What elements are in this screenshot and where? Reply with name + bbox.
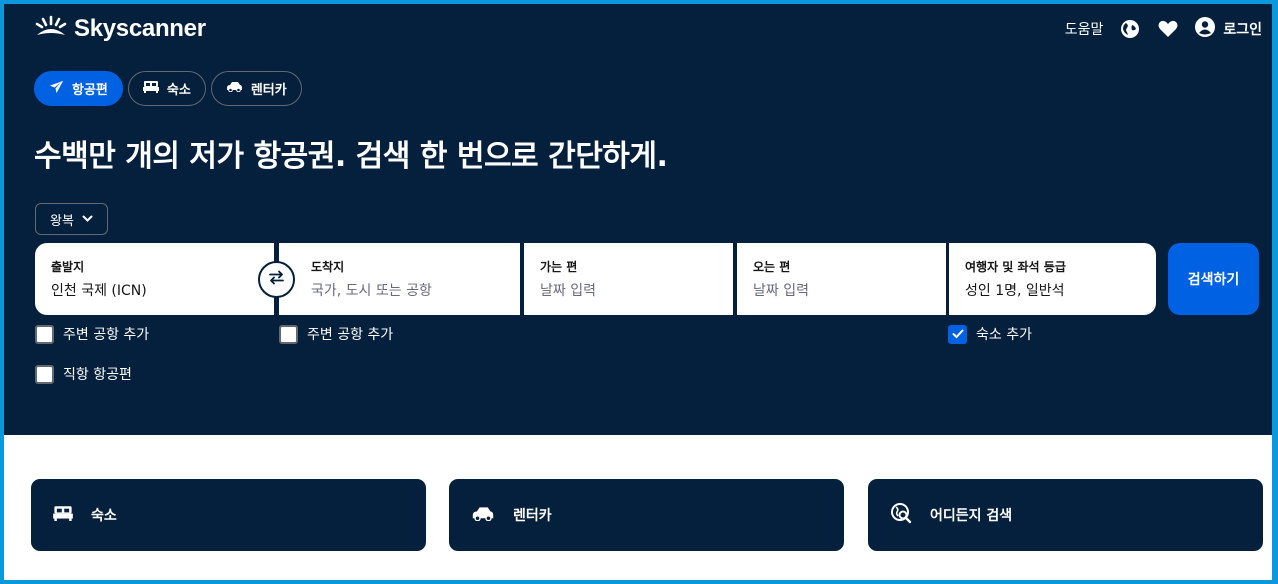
return-placeholder: 날짜 입력 <box>753 283 809 299</box>
checkmark-icon <box>952 329 963 339</box>
trip-type-value: 왕복 <box>50 213 74 229</box>
hero-section: Skyscanner 도움말 로그인 항공편 숙소 렌터카 수백만 개의 저가 … <box>4 4 1272 435</box>
checkbox-label: 주변 공항 추가 <box>63 327 150 343</box>
nearby-destination-checkbox[interactable]: 주변 공항 추가 <box>279 324 393 344</box>
add-hotel-checkbox[interactable]: 숙소 추가 <box>948 324 1032 344</box>
explore-globe-icon <box>890 502 912 528</box>
account-icon <box>1195 17 1216 41</box>
tab-flights[interactable]: 항공편 <box>34 71 123 106</box>
travellers-field[interactable]: 여행자 및 좌석 등급 성인 1명, 일반석 <box>949 243 1156 315</box>
login-label: 로그인 <box>1223 22 1262 38</box>
depart-label: 가는 편 <box>540 260 578 274</box>
checkbox-box[interactable] <box>35 324 54 344</box>
origin-field[interactable]: 출발지 인천 국제 (ICN) <box>35 243 274 315</box>
brand-logo[interactable]: Skyscanner <box>34 15 206 43</box>
bed-icon <box>142 80 159 97</box>
checkbox-box[interactable] <box>35 364 54 384</box>
card-car-hire[interactable]: 렌터카 <box>449 479 844 551</box>
depart-date-field[interactable]: 가는 편 날짜 입력 <box>524 243 733 315</box>
chevron-down-icon <box>82 212 93 227</box>
card-label: 어디든지 검색 <box>930 508 1013 524</box>
swap-button[interactable] <box>258 261 295 298</box>
tab-label: 항공편 <box>72 83 108 98</box>
checkbox-label: 주변 공항 추가 <box>307 327 394 343</box>
page-title: 수백만 개의 저가 항공권. 검색 한 번으로 간단하게. <box>34 139 668 174</box>
checkbox-label: 숙소 추가 <box>976 327 1032 343</box>
travellers-label: 여행자 및 좌석 등급 <box>965 260 1066 274</box>
tab-hotels[interactable]: 숙소 <box>127 71 206 106</box>
card-label: 숙소 <box>91 508 117 524</box>
help-link[interactable]: 도움말 <box>1065 19 1104 39</box>
bed-icon <box>53 505 73 525</box>
return-label: 오는 편 <box>753 260 791 274</box>
origin-label: 출발지 <box>51 260 85 274</box>
product-tabs: 항공편 숙소 렌터카 <box>34 71 302 106</box>
checkbox-label: 직항 항공편 <box>63 367 132 383</box>
card-hotels[interactable]: 숙소 <box>31 479 426 551</box>
checkbox-box[interactable] <box>279 324 298 344</box>
login-button[interactable]: 로그인 <box>1195 17 1262 41</box>
card-explore-everywhere[interactable]: 어디든지 검색 <box>868 479 1263 551</box>
tab-label: 렌터카 <box>250 83 287 98</box>
top-navigation: 도움말 로그인 <box>1065 17 1262 41</box>
depart-placeholder: 날짜 입력 <box>540 283 596 299</box>
brand-name: Skyscanner <box>74 15 206 42</box>
plane-icon <box>49 79 64 98</box>
return-date-field[interactable]: 오는 편 날짜 입력 <box>737 243 946 315</box>
travellers-value: 성인 1명, 일반석 <box>965 283 1065 299</box>
tab-car-hire[interactable]: 렌터카 <box>210 71 302 106</box>
trip-type-select[interactable]: 왕복 <box>35 203 108 235</box>
globe-icon[interactable] <box>1119 18 1141 40</box>
nearby-origin-checkbox[interactable]: 주변 공항 추가 <box>35 324 149 344</box>
destination-placeholder: 국가, 도시 또는 공항 <box>311 283 432 299</box>
car-icon <box>226 81 243 96</box>
car-icon <box>471 506 495 525</box>
heart-icon[interactable] <box>1157 18 1179 40</box>
page-frame: Skyscanner 도움말 로그인 항공편 숙소 렌터카 수백만 개의 저가 … <box>4 4 1272 580</box>
direct-flights-checkbox[interactable]: 직항 항공편 <box>35 364 132 384</box>
checkbox-box-checked[interactable] <box>948 324 967 344</box>
tab-label: 숙소 <box>166 83 191 98</box>
destination-field[interactable]: 도착지 국가, 도시 또는 공항 <box>279 243 520 315</box>
sunrise-logo-icon <box>34 15 68 43</box>
destination-label: 도착지 <box>311 260 345 274</box>
origin-value: 인천 국제 (ICN) <box>51 283 147 299</box>
card-label: 렌터카 <box>513 508 552 524</box>
swap-arrows-icon <box>268 270 285 289</box>
search-button[interactable]: 검색하기 <box>1168 243 1259 315</box>
